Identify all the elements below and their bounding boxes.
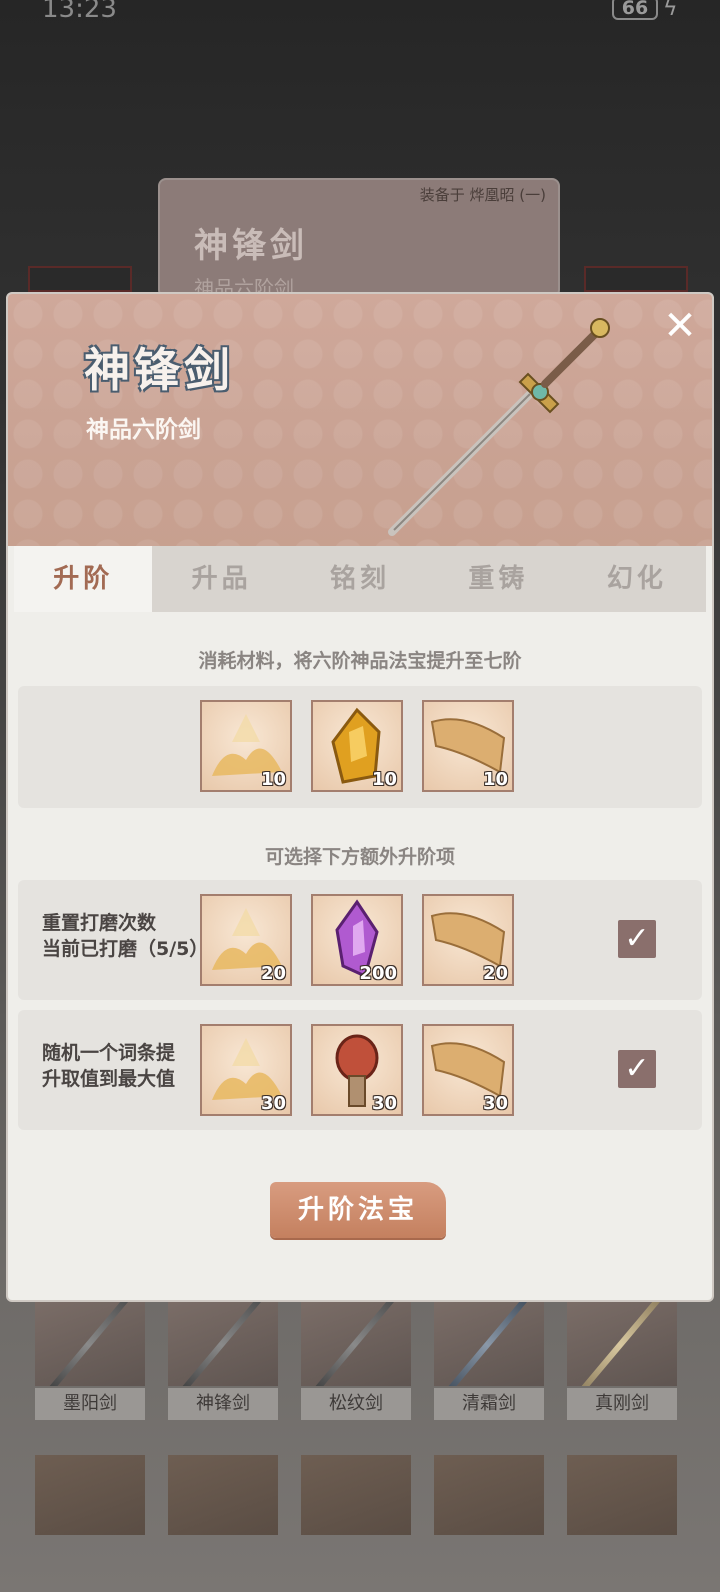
option-checkbox[interactable]: ✓ [618, 920, 656, 958]
close-button[interactable]: ✕ [658, 304, 702, 348]
material-slot[interactable]: 20 [422, 894, 514, 986]
material-quantity: 30 [482, 1093, 508, 1114]
weapon-label: 真刚剑 [567, 1388, 677, 1420]
optional-description: 可选择下方额外升阶项 [264, 846, 455, 868]
material-slot[interactable]: 200 [311, 894, 403, 986]
weapon-label: 松纹剑 [301, 1388, 411, 1420]
background-equipment-card: 装备于 烨凰昭 (一) 神锋剑 神品六阶剑 [158, 178, 560, 300]
background-slot-left [28, 266, 132, 292]
consume-description: 消耗材料，将六阶神品法宝提升至七阶 [198, 650, 522, 672]
option-checkbox[interactable]: ✓ [618, 1050, 656, 1088]
modal-header: 神锋剑 神品六阶剑 ✕ [8, 294, 712, 546]
option-label: 随机一个词条提 升取值到最大值 [42, 1042, 176, 1090]
weapon-item[interactable] [301, 1455, 411, 1535]
sword-icon [434, 1455, 544, 1535]
item-subtitle: 神品六阶剑 [86, 417, 201, 443]
material-slot[interactable]: 10 [422, 700, 514, 792]
sword-icon [567, 1290, 677, 1386]
sword-icon [35, 1290, 145, 1386]
weapon-label: 神锋剑 [168, 1388, 278, 1420]
weapon-item[interactable]: 神锋剑 [168, 1290, 278, 1420]
weapon-item[interactable] [434, 1455, 544, 1535]
tab-advance[interactable]: 升阶 [14, 546, 153, 612]
sword-icon [35, 1455, 145, 1535]
material-quantity: 200 [359, 963, 397, 984]
weapon-item[interactable]: 真刚剑 [567, 1290, 677, 1420]
material-quantity: 10 [482, 769, 508, 790]
sword-icon [434, 1290, 544, 1386]
option-reset-polish: 重置打磨次数 当前已打磨（5/5） 20 200 20 ✓ [18, 880, 702, 1000]
option-max-attribute: 随机一个词条提 升取值到最大值 30 30 30 ✓ [18, 1010, 702, 1130]
material-quantity: 10 [371, 769, 397, 790]
weapon-item[interactable] [168, 1455, 278, 1535]
material-quantity: 20 [260, 963, 286, 984]
weapon-item[interactable] [567, 1455, 677, 1535]
sword-illustration [388, 318, 610, 536]
material-slot[interactable]: 30 [200, 1024, 292, 1116]
material-quantity: 30 [371, 1093, 397, 1114]
weapon-label: 清霜剑 [434, 1388, 544, 1420]
item-title: 神锋剑 [84, 343, 234, 397]
sword-icon [168, 1455, 278, 1535]
weapon-grid: 墨阳剑 神锋剑 松纹剑 清霜剑 真刚剑 [0, 1290, 720, 1592]
tab-engrave[interactable]: 铭刻 [291, 546, 429, 612]
weapon-item[interactable] [35, 1455, 145, 1535]
tab-quality[interactable]: 升品 [152, 546, 290, 612]
sword-icon [567, 1455, 677, 1535]
sword-icon [301, 1455, 411, 1535]
upgrade-treasure-button[interactable]: 升阶法宝 [270, 1182, 446, 1238]
battery-icon: 66 [612, 0, 658, 20]
background-slot-right [584, 266, 688, 292]
material-slot[interactable]: 30 [422, 1024, 514, 1116]
material-slot[interactable]: 10 [311, 700, 403, 792]
weapon-item[interactable]: 墨阳剑 [35, 1290, 145, 1420]
required-materials-panel: 10 10 10 [18, 686, 702, 808]
tab-reforge[interactable]: 重铸 [429, 546, 567, 612]
weapon-label: 墨阳剑 [35, 1388, 145, 1420]
status-bar: 13:23 66 ϟ [0, 0, 720, 30]
background-card-title: 神锋剑 [194, 226, 308, 266]
tab-transform[interactable]: 幻化 [568, 546, 706, 612]
upgrade-modal: 神锋剑 神品六阶剑 ✕ 升阶 升品 铭刻 重铸 幻化 消耗材料，将六阶神品法宝提… [6, 292, 714, 1302]
material-slot[interactable]: 20 [200, 894, 292, 986]
sword-icon [168, 1290, 278, 1386]
weapon-item[interactable]: 松纹剑 [301, 1290, 411, 1420]
sword-icon [301, 1290, 411, 1386]
material-quantity: 30 [260, 1093, 286, 1114]
option-label: 重置打磨次数 当前已打磨（5/5） [42, 912, 209, 960]
equipped-tag: 装备于 烨凰昭 (一) [419, 186, 546, 204]
material-slot[interactable]: 30 [311, 1024, 403, 1116]
material-quantity: 10 [260, 769, 286, 790]
material-slot[interactable]: 10 [200, 700, 292, 792]
status-time: 13:23 [42, 0, 117, 24]
material-quantity: 20 [482, 963, 508, 984]
charging-icon: ϟ [663, 0, 678, 21]
weapon-item[interactable]: 清霜剑 [434, 1290, 544, 1420]
upgrade-tabs: 升阶 升品 铭刻 重铸 幻化 [14, 546, 706, 612]
